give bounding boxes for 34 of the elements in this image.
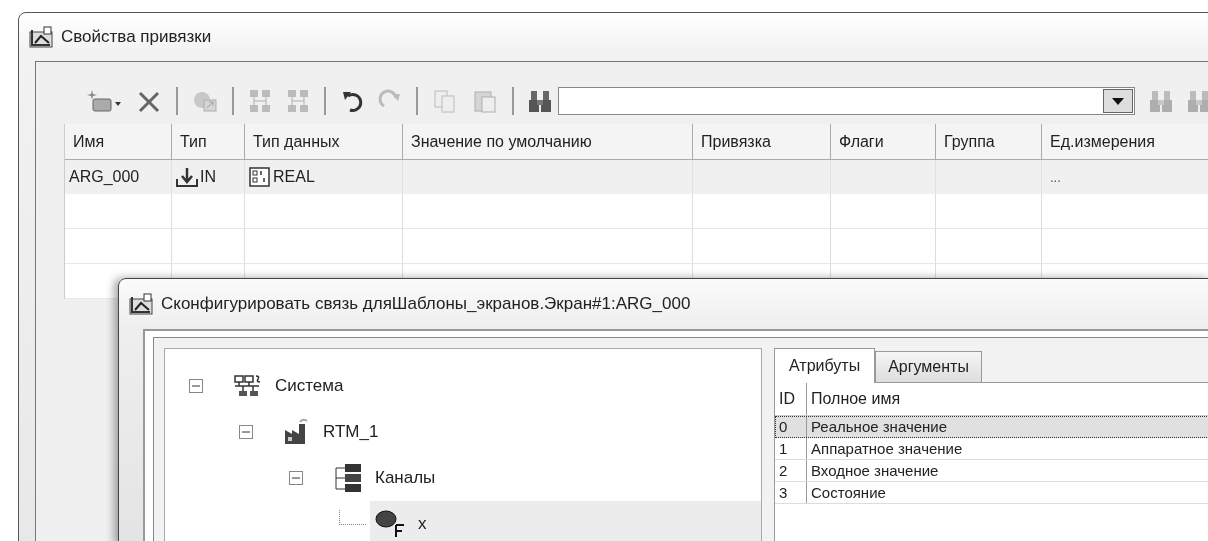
table-cell: 2 (775, 460, 807, 481)
table-cell-text: REAL (273, 168, 315, 186)
column-header[interactable]: Ед.измерения (1042, 124, 1208, 160)
table-cell-text: Реальное значение (810, 418, 949, 435)
tab[interactable]: Атрибуты (774, 348, 876, 383)
attribute-row[interactable]: 2 Входное значение (775, 460, 1208, 482)
column-header[interactable]: Полное имя (807, 390, 1208, 408)
column-header[interactable]: Тип данных (245, 124, 403, 160)
table-cell-text: ... (1049, 169, 1061, 185)
table-cell-text: Входное значение (810, 462, 940, 479)
table-cell: 1 (775, 438, 807, 459)
tree-item[interactable]: Система (229, 363, 344, 409)
column-header[interactable]: Значение по умолчанию (403, 124, 693, 160)
column-header[interactable]: Тип (172, 124, 245, 160)
attribute-row[interactable]: 0 Реальное значение (775, 416, 1208, 438)
tree-item[interactable]: RTM_1 (279, 409, 379, 455)
column-header[interactable]: Группа (936, 124, 1042, 160)
table-cell: 0 (775, 416, 807, 437)
tree-item[interactable]: x (370, 501, 761, 541)
column-header[interactable]: Имя (65, 124, 172, 160)
table-cell-text: Состояние (810, 484, 887, 501)
table-cell-text: Аппаратное значение (810, 440, 964, 457)
attribute-row[interactable]: 1 Аппаратное значение (775, 438, 1208, 460)
column-header[interactable]: ID (775, 383, 807, 415)
tab[interactable]: Аргументы (875, 351, 982, 382)
column-header[interactable]: Привязка (693, 124, 831, 160)
dialog-title: Сконфигурировать связь дляШаблоны_экранов.Экран#1:ARG_000 (161, 294, 691, 314)
column-header[interactable]: Флаги (831, 124, 936, 160)
tree-item[interactable]: Каналы (329, 455, 436, 501)
table-cell-text: ARG_000 (69, 168, 140, 186)
table-cell-text: IN (200, 168, 216, 186)
table-cell: 3 (775, 482, 807, 503)
window-title: Свойства привязки (61, 27, 212, 47)
attribute-row[interactable]: 3 Состояние (775, 482, 1208, 504)
